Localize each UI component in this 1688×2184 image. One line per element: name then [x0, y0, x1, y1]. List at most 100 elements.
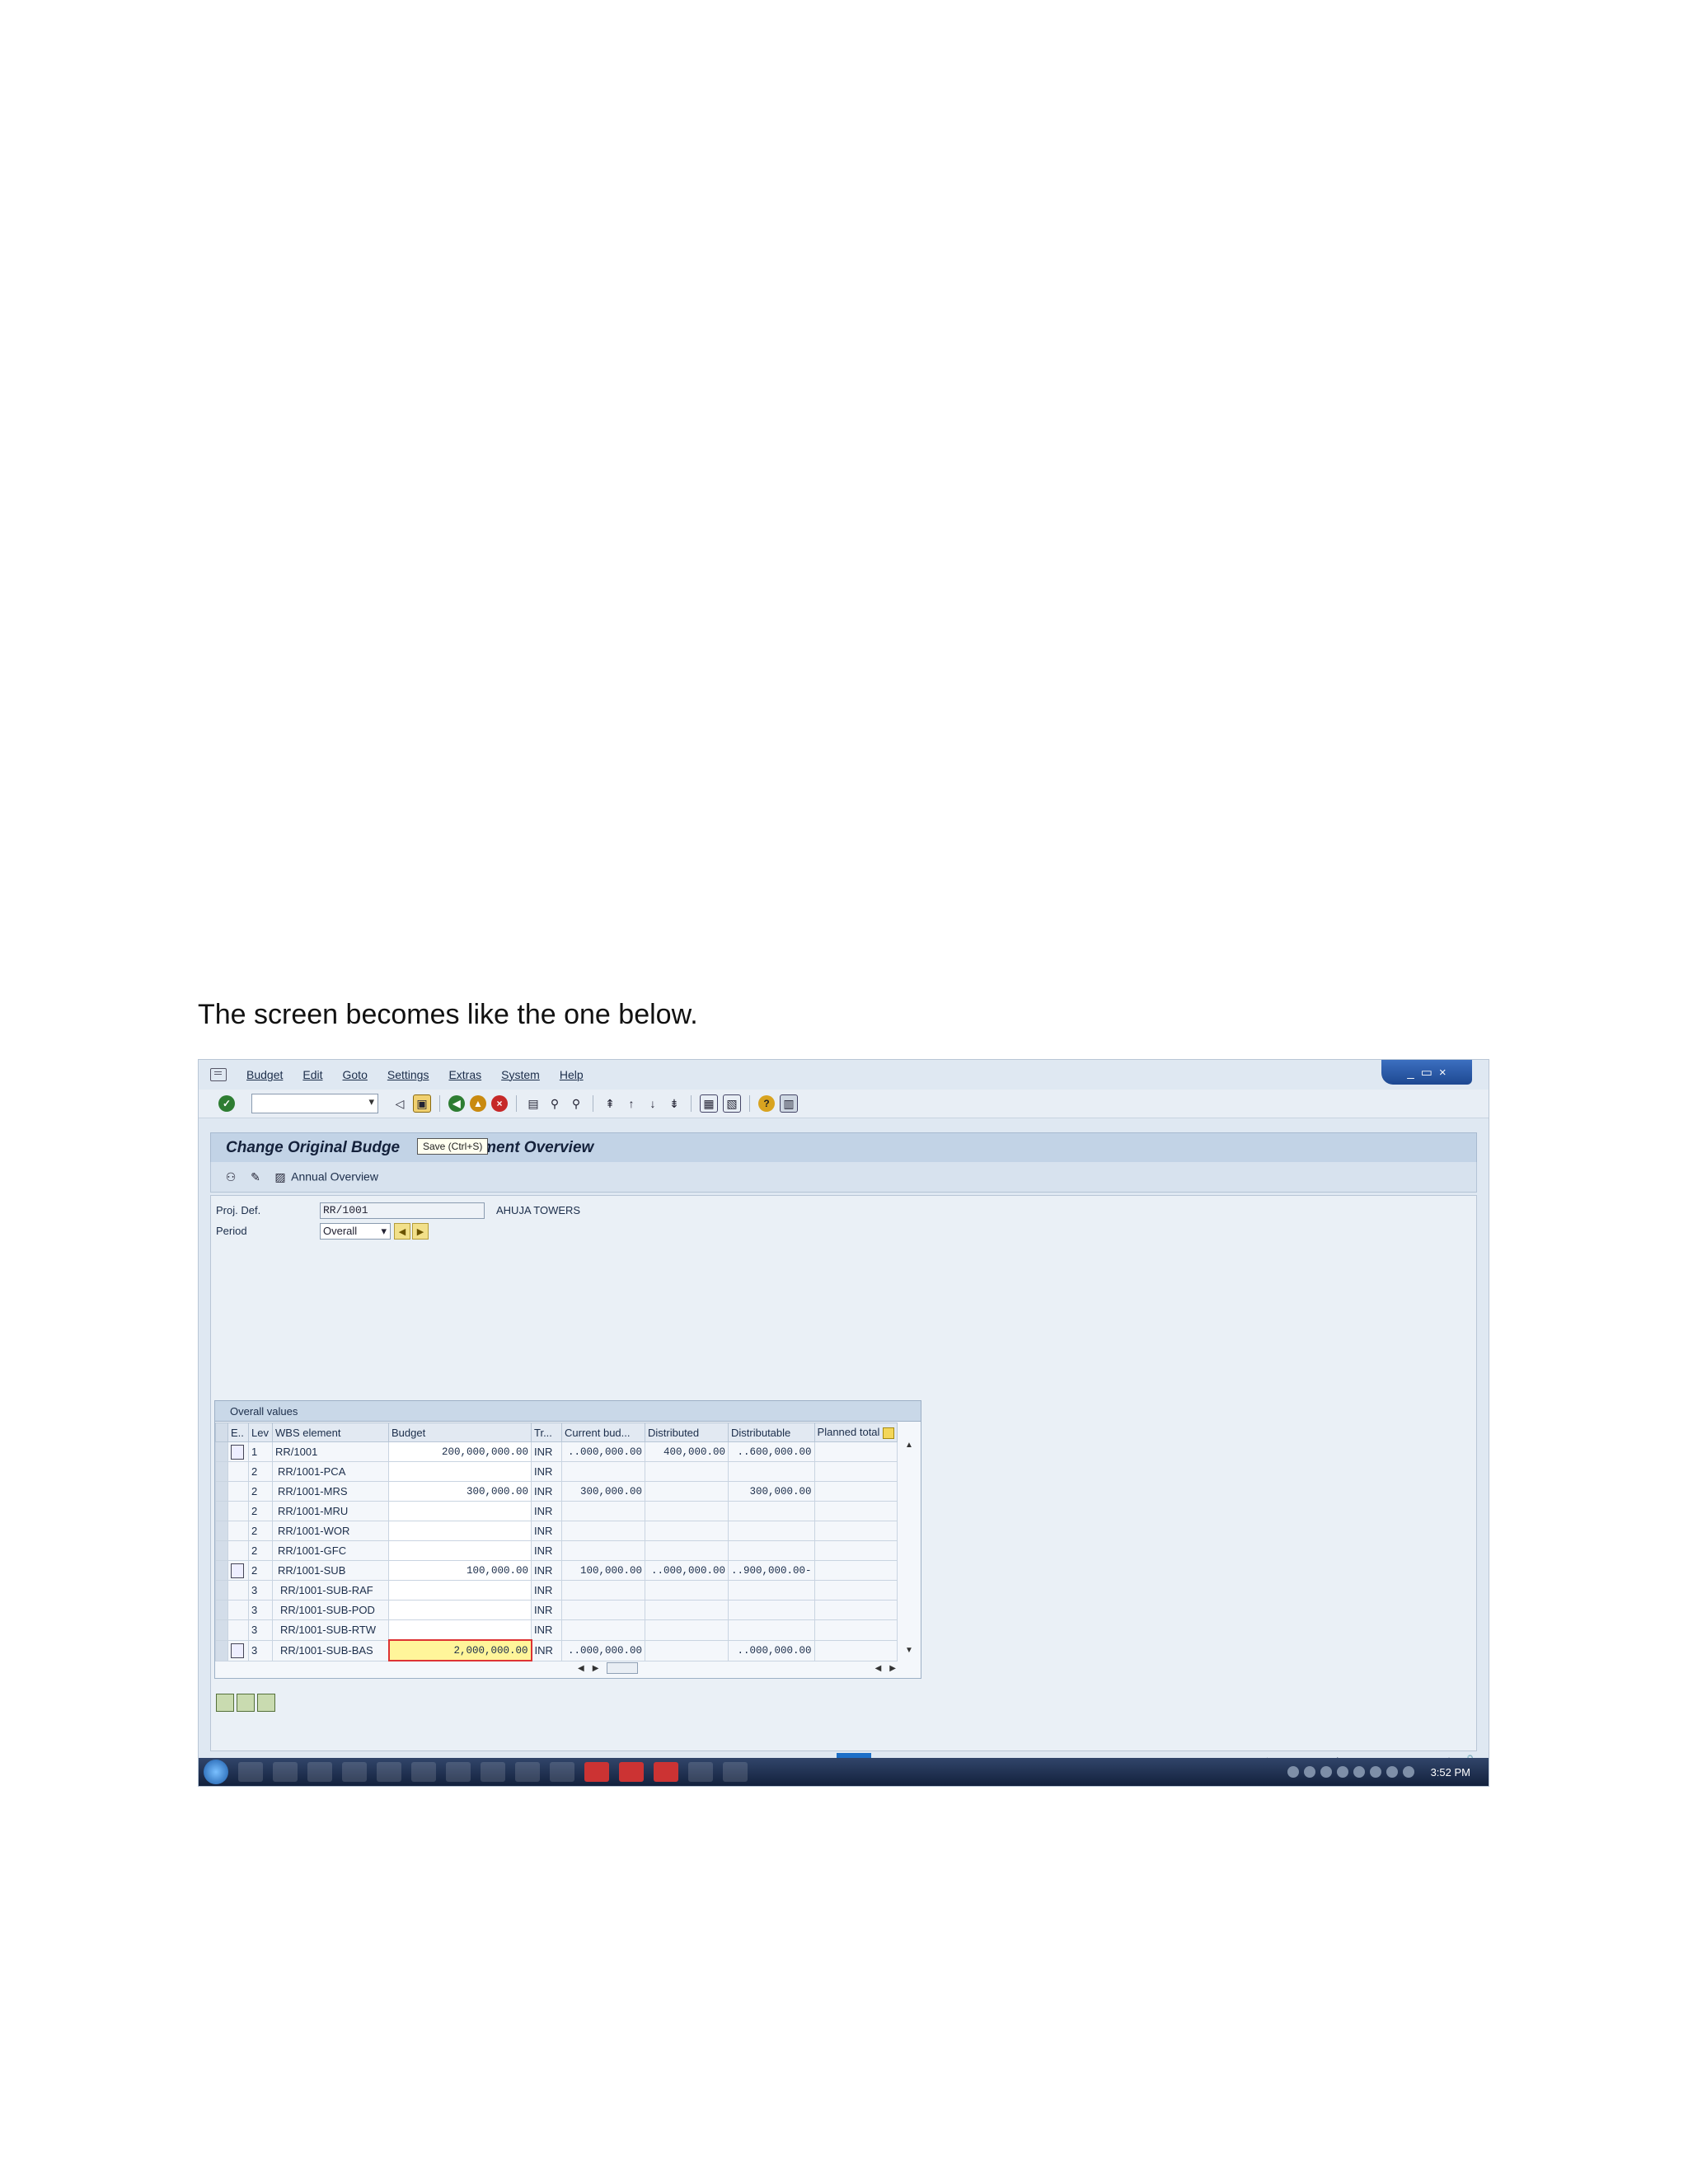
document-icon[interactable] — [231, 1444, 244, 1460]
table-row[interactable]: 2 RR/1001-SUB 100,000.00 INR 100,000.00 ..000… — [215, 1560, 898, 1581]
network-signal-icon[interactable] — [1287, 1766, 1299, 1778]
cell-e[interactable] — [227, 1521, 249, 1541]
period-select[interactable]: Overall ▾ — [320, 1223, 391, 1240]
col-distributable[interactable]: Distributable — [728, 1422, 815, 1442]
scroll-right-icon-2[interactable]: ▶ — [889, 1664, 896, 1673]
row-selector[interactable] — [215, 1501, 228, 1521]
row-selector[interactable] — [215, 1639, 228, 1661]
table-row[interactable]: 1 RR/1001 200,000,000.00 INR ..000,000.00 400… — [215, 1441, 898, 1462]
cell-budget[interactable]: 300,000.00 — [388, 1481, 532, 1502]
new-session-icon[interactable]: ▦ — [700, 1094, 718, 1113]
row-selector[interactable] — [215, 1580, 228, 1601]
row-selector[interactable] — [215, 1521, 228, 1541]
firefox-icon[interactable] — [307, 1762, 332, 1782]
cell-budget[interactable]: 100,000.00 — [388, 1560, 532, 1581]
col-current-budget[interactable]: Current bud... — [561, 1422, 645, 1442]
row-selector[interactable] — [215, 1441, 228, 1462]
cell-e[interactable] — [227, 1501, 249, 1521]
cell-budget[interactable] — [388, 1540, 532, 1561]
cell-budget[interactable]: 200,000,000.00 — [388, 1441, 532, 1462]
shortcut-icon[interactable]: ▧ — [723, 1094, 741, 1113]
media-player-icon[interactable] — [273, 1762, 298, 1782]
col-planned-total[interactable]: Planned total — [814, 1422, 898, 1442]
row-selector[interactable] — [215, 1560, 228, 1581]
back-icon[interactable]: ◀ — [448, 1095, 465, 1112]
next-period-button[interactable]: ▶ — [412, 1223, 429, 1240]
menu-extras[interactable]: Extras — [448, 1068, 481, 1081]
sap-logon-icon[interactable] — [688, 1762, 713, 1782]
edit-icon[interactable]: ✎ — [247, 1169, 264, 1185]
cell-budget[interactable]: 2,000,000.00 — [387, 1639, 532, 1661]
word-icon[interactable] — [342, 1762, 367, 1782]
previous-page-icon[interactable]: ↑ — [623, 1095, 640, 1112]
row-selector[interactable] — [215, 1619, 228, 1641]
enter-icon[interactable]: ✓ — [218, 1095, 235, 1112]
globe-icon[interactable] — [550, 1762, 574, 1782]
volume-icon[interactable] — [1369, 1766, 1381, 1778]
annual-overview-button[interactable]: ▨ Annual Overview — [272, 1169, 378, 1185]
menu-help[interactable]: Help — [560, 1068, 584, 1081]
table-row[interactable]: 3 RR/1001-SUB-RTW INR — [215, 1619, 898, 1641]
table-row[interactable]: 2 RR/1001-GFC INR — [215, 1540, 898, 1561]
scroll-right-icon[interactable]: ▶ — [593, 1664, 599, 1673]
col-distributed[interactable]: Distributed — [645, 1422, 729, 1442]
cell-e[interactable] — [227, 1600, 249, 1620]
print-icon[interactable]: ▤ — [525, 1095, 542, 1112]
col-e[interactable]: E.. — [227, 1422, 249, 1442]
wireless-icon[interactable] — [1303, 1766, 1315, 1778]
minimize-icon[interactable]: _ — [1407, 1066, 1414, 1080]
table-row[interactable]: 2 RR/1001-PCA INR — [215, 1461, 898, 1482]
menu-icon[interactable] — [210, 1068, 227, 1081]
col-budget[interactable]: Budget — [388, 1422, 532, 1442]
paint-icon[interactable] — [377, 1762, 401, 1782]
scroll-up-icon[interactable]: ▲ — [905, 1441, 913, 1450]
column-settings-icon[interactable] — [883, 1427, 895, 1439]
display-change-icon[interactable]: ⚇ — [223, 1169, 239, 1185]
cell-e[interactable] — [227, 1639, 249, 1661]
cell-e[interactable] — [227, 1441, 249, 1462]
update-icon[interactable] — [1336, 1766, 1348, 1778]
scroll-left-icon[interactable]: ◀ — [578, 1664, 584, 1673]
select-block-icon[interactable] — [257, 1694, 275, 1712]
cell-budget[interactable] — [388, 1580, 532, 1601]
first-page-icon[interactable]: ⇞ — [602, 1095, 618, 1112]
scroll-left-icon-2[interactable]: ◀ — [875, 1664, 882, 1673]
row-selector-header[interactable] — [215, 1422, 228, 1442]
cancel-icon[interactable]: × — [491, 1095, 508, 1112]
calculator-icon[interactable] — [515, 1762, 540, 1782]
menu-edit[interactable]: Edit — [302, 1068, 322, 1081]
cell-e[interactable] — [227, 1580, 249, 1601]
table-row[interactable]: 2 RR/1001-WOR INR — [215, 1521, 898, 1541]
table-row[interactable]: 3 RR/1001-SUB-BAS 2,000,000.00 INR ..000,000… — [215, 1639, 898, 1661]
cell-budget[interactable] — [388, 1600, 532, 1620]
vertical-scrollbar[interactable]: ▲ ▼ — [903, 1441, 916, 1655]
row-selector[interactable] — [215, 1461, 228, 1482]
security-icon[interactable] — [1320, 1766, 1332, 1778]
battery-icon[interactable] — [1386, 1766, 1398, 1778]
cell-e[interactable] — [227, 1461, 249, 1482]
document-icon[interactable] — [231, 1643, 244, 1658]
menu-system[interactable]: System — [501, 1068, 540, 1081]
acrobat-icon[interactable] — [619, 1762, 644, 1782]
col-lev[interactable]: Lev — [248, 1422, 273, 1442]
explorer-icon[interactable] — [238, 1762, 263, 1782]
row-selector[interactable] — [215, 1600, 228, 1620]
scroll-down-icon[interactable]: ▼ — [905, 1646, 913, 1655]
deselect-all-icon[interactable] — [237, 1694, 255, 1712]
select-all-icon[interactable] — [216, 1694, 234, 1712]
col-tr[interactable]: Tr... — [531, 1422, 562, 1442]
cell-budget[interactable] — [388, 1521, 532, 1541]
menu-settings[interactable]: Settings — [387, 1068, 429, 1081]
last-page-icon[interactable]: ⇟ — [666, 1095, 682, 1112]
cell-budget[interactable] — [388, 1619, 532, 1641]
next-page-icon[interactable]: ↓ — [645, 1095, 661, 1112]
previous-period-button[interactable]: ◀ — [394, 1223, 410, 1240]
col-wbs-element[interactable]: WBS element — [272, 1422, 389, 1442]
layout-menu-icon[interactable]: ▥ — [780, 1094, 798, 1113]
cell-e[interactable] — [227, 1619, 249, 1641]
word-document-icon[interactable] — [723, 1762, 748, 1782]
chrome-icon[interactable] — [446, 1762, 471, 1782]
cell-e[interactable] — [227, 1481, 249, 1502]
save-icon[interactable]: ▣ — [413, 1094, 431, 1113]
row-selector[interactable] — [215, 1540, 228, 1561]
